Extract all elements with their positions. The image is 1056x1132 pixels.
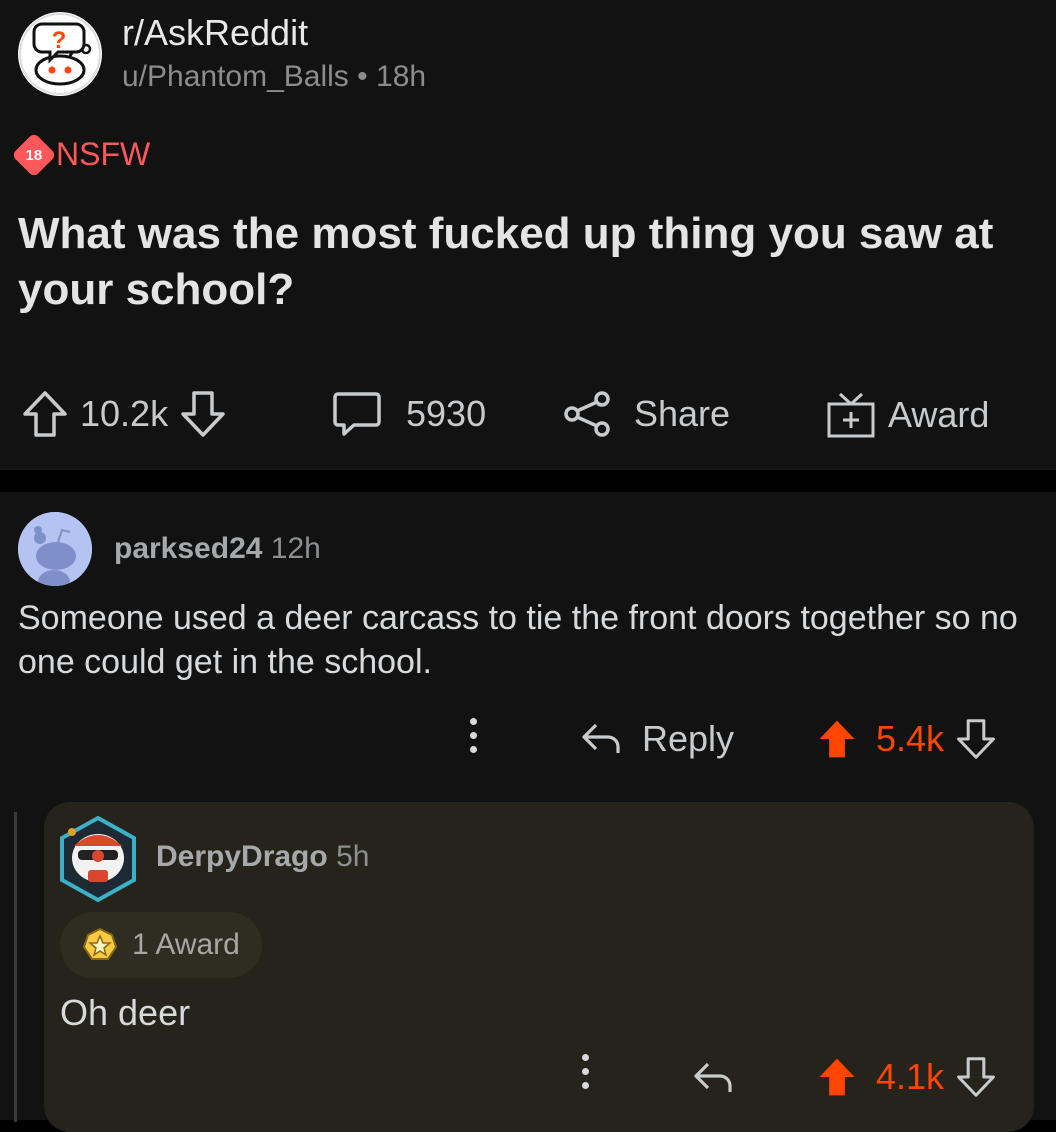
subreddit-avatar[interactable]: ?: [18, 12, 102, 96]
reply-button[interactable]: [692, 1060, 734, 1096]
section-divider: [0, 470, 1056, 492]
comments-button[interactable]: 5930: [332, 390, 486, 438]
reply-score: 4.1k: [876, 1056, 945, 1097]
post-meta: u/Phantom_Balls • 18h: [122, 60, 426, 94]
reply-body: Oh deer: [60, 992, 191, 1033]
reply-label: Reply: [642, 718, 735, 759]
reply-vote-group: 4.1k: [816, 1056, 996, 1098]
avatar[interactable]: [58, 815, 138, 903]
downvote-icon[interactable]: [180, 390, 226, 438]
nsfw-badge-text: 18: [25, 146, 43, 163]
comment-meta: parksed24 12h: [114, 532, 321, 566]
reply-icon: [694, 1062, 732, 1092]
avatar[interactable]: [18, 512, 92, 586]
snoo-avatar-icon: [18, 512, 92, 586]
vote-group: 10.2k: [22, 390, 226, 438]
more-icon: [470, 718, 477, 753]
reply-button[interactable]: Reply: [580, 718, 734, 760]
share-icon: [564, 391, 610, 437]
upvote-active-icon[interactable]: [816, 1056, 858, 1098]
upvote-icon[interactable]: [22, 390, 68, 438]
post-score: 10.2k: [80, 393, 169, 434]
downvote-icon[interactable]: [956, 1056, 996, 1098]
upvote-active-icon[interactable]: [816, 718, 858, 760]
nsfw-label: NSFW: [56, 136, 151, 172]
nsfw-tag: 18 NSFW: [11, 131, 151, 178]
meta-separator: •: [357, 60, 368, 93]
downvote-icon[interactable]: [956, 718, 996, 760]
reply-age: 5h: [336, 840, 370, 873]
reply-meta: DerpyDrago 5h: [156, 840, 369, 874]
nsfw-badge-icon: 18: [11, 131, 57, 178]
post-age: 18h: [376, 60, 427, 93]
comment-age: 12h: [270, 532, 321, 565]
award-badge-icon: [82, 927, 118, 960]
thread-line[interactable]: [14, 812, 17, 1122]
more-icon: [582, 1054, 589, 1089]
post-author[interactable]: u/Phantom_Balls: [122, 60, 349, 93]
post-title[interactable]: What was the most fucked up thing you sa…: [18, 206, 1028, 318]
award-label: Award: [888, 394, 990, 435]
subreddit-name[interactable]: r/AskReddit: [122, 12, 308, 54]
award-count: 1 Award: [132, 928, 240, 961]
comment-score: 5.4k: [876, 718, 945, 759]
more-options-button[interactable]: [582, 1054, 589, 1089]
comment-icon: [333, 392, 381, 436]
comment-vote-group: 5.4k: [816, 718, 996, 760]
reply-author[interactable]: DerpyDrago: [156, 840, 328, 873]
reply-card: DerpyDrago 5h 1 Award Oh deer 4.1k: [44, 802, 1034, 1132]
share-label: Share: [634, 393, 731, 434]
askreddit-icon: ?: [19, 13, 101, 95]
comment-body: Someone used a deer carcass to tie the f…: [18, 599, 1018, 681]
more-options-button[interactable]: [470, 718, 477, 753]
share-button[interactable]: Share: [562, 390, 730, 438]
comment-author[interactable]: parksed24: [114, 532, 262, 565]
award-pill[interactable]: 1 Award: [60, 912, 262, 978]
gift-icon: [827, 392, 875, 438]
post-card: ? r/AskReddit u/Phantom_Balls • 18h 18 N…: [0, 0, 1056, 470]
reply-icon: [582, 723, 620, 753]
comment-card: parksed24 12h Someone used a deer carcas…: [0, 492, 1056, 1132]
svg-text:?: ?: [52, 27, 67, 54]
comment-count: 5930: [406, 393, 487, 434]
robot-avatar-icon: [60, 815, 136, 903]
award-button[interactable]: Award: [826, 390, 989, 440]
